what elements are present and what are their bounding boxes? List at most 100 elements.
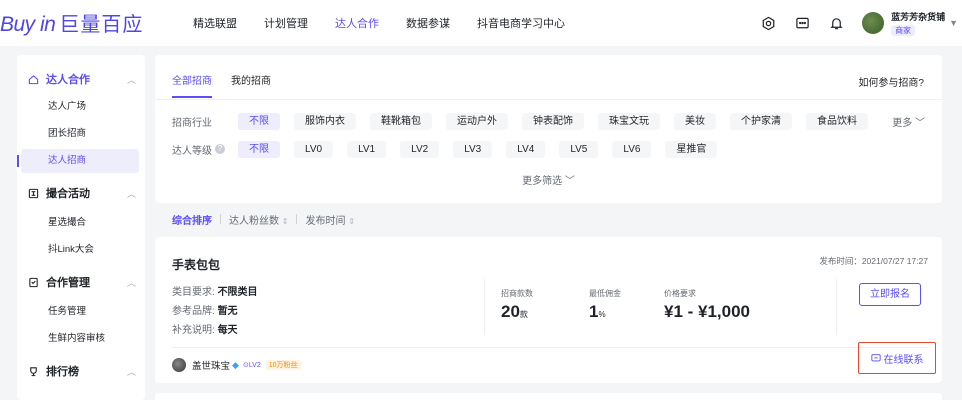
industry-chip[interactable]: 鞋靴箱包 bbox=[370, 112, 432, 130]
help-icon[interactable]: ? bbox=[215, 144, 225, 154]
tab-my-recruitment[interactable]: 我的招商 bbox=[231, 72, 271, 98]
chevron-down-icon: ﹀ bbox=[564, 176, 575, 187]
nav-item-influencer-cooperation[interactable]: 达人合作 bbox=[335, 15, 379, 31]
industry-chip[interactable]: 钟表配饰 bbox=[522, 112, 584, 130]
sidebar-item-influencer-recruitment[interactable]: 达人招商 bbox=[17, 149, 139, 173]
industry-chip[interactable]: 个护家清 bbox=[730, 112, 792, 130]
category-value: 不限类目 bbox=[217, 287, 258, 298]
divider bbox=[220, 214, 221, 224]
sort-arrows-icon: ⇕ bbox=[281, 216, 289, 226]
user-info[interactable]: 蓝芳芳杂货铺 商家 bbox=[891, 10, 945, 36]
recruitment-title: 手表包包 bbox=[172, 258, 221, 272]
commission-unit: % bbox=[598, 310, 606, 319]
industry-chip[interactable]: 服饰内衣 bbox=[294, 112, 356, 130]
more-filters-button[interactable]: 更多筛选 ﹀ bbox=[155, 172, 942, 187]
chevron-down-icon[interactable]: ▼ bbox=[949, 18, 958, 28]
sidebar-item-douyin-link[interactable]: 抖Link大会 bbox=[21, 238, 139, 262]
logo[interactable]: Buy in 巨量百应 bbox=[0, 8, 143, 37]
how-to-participate-link[interactable]: 如何参与招商? bbox=[858, 74, 924, 89]
logo-text: Buy in bbox=[0, 13, 56, 36]
logo-cn: 巨量百应 bbox=[59, 14, 144, 36]
more-industries-button[interactable]: 更多 ﹀ bbox=[892, 114, 925, 129]
apply-now-button[interactable]: 立即报名 bbox=[859, 283, 921, 306]
main-nav: 精选联盟 计划管理 达人合作 数据参谋 抖音电商学习中心 bbox=[193, 0, 592, 46]
industry-filter-row: 招商行业 不限 服饰内衣 鞋靴箱包 运动户外 钟表配饰 珠宝文玩 美妆 个护家清… bbox=[172, 112, 882, 130]
divider bbox=[172, 347, 928, 348]
nav-item-data-advisor[interactable]: 数据参谋 bbox=[406, 15, 450, 31]
sidebar-group-matchmaking[interactable]: 撮合活动 ︿ bbox=[17, 183, 145, 203]
sort-fans-label: 达人粉丝数 bbox=[229, 215, 279, 227]
nav-item-plan-management[interactable]: 计划管理 bbox=[264, 15, 308, 31]
level-filter-row: 达人等级 ? 不限 LV0 LV1 LV2 LV3 LV4 LV5 LV6 星推… bbox=[172, 140, 731, 158]
product-count-stat: 招商款数 20款 bbox=[501, 288, 533, 322]
tab-all-recruitment[interactable]: 全部招商 bbox=[172, 72, 212, 98]
level-chip[interactable]: LV1 bbox=[347, 140, 387, 158]
sidebar-group-label: 合作管理 bbox=[46, 277, 90, 289]
note-label: 补充说明: bbox=[172, 325, 215, 336]
chat-icon bbox=[870, 354, 881, 362]
sidebar-group-influencer-cooperation[interactable]: 达人合作 ︿ bbox=[17, 69, 145, 89]
sort-default[interactable]: 综合排序 bbox=[172, 212, 212, 227]
sidebar-group-cooperation-management[interactable]: 合作管理 ︿ bbox=[17, 272, 145, 292]
top-navbar: Buy in 巨量百应 精选联盟 计划管理 达人合作 数据参谋 抖音电商学习中心 … bbox=[0, 0, 962, 46]
commission-stat: 最低佣金 1% bbox=[589, 288, 621, 322]
bell-icon[interactable] bbox=[828, 15, 844, 31]
note-value: 每天 bbox=[217, 325, 238, 336]
nav-item-learning-center[interactable]: 抖音电商学习中心 bbox=[477, 15, 565, 31]
trophy-icon bbox=[28, 365, 40, 377]
sidebar-group-ranking[interactable]: 排行榜 ︿ bbox=[17, 361, 145, 381]
next-recruitment-card bbox=[155, 393, 942, 400]
sidebar-item-leader-recruitment[interactable]: 团长招商 bbox=[21, 122, 139, 146]
more-filters-label: 更多筛选 bbox=[522, 176, 563, 187]
chevron-up-icon: ︿ bbox=[126, 277, 136, 288]
sidebar-item-task-management[interactable]: 任务管理 bbox=[21, 300, 139, 324]
more-label: 更多 bbox=[892, 118, 913, 129]
level-chip[interactable]: LV5 bbox=[559, 140, 599, 158]
level-chip[interactable]: LV2 bbox=[400, 140, 440, 158]
divider bbox=[836, 279, 837, 335]
level-label-text: 达人等级 bbox=[172, 145, 212, 157]
sidebar-item-fresh-content-review[interactable]: 生鲜内容审核 bbox=[21, 327, 139, 351]
sort-by-fans[interactable]: 达人粉丝数 ⇕ bbox=[229, 212, 288, 227]
level-chip[interactable]: 星推官 bbox=[665, 140, 718, 158]
sort-time-label: 发布时间 bbox=[305, 215, 346, 227]
industry-chip[interactable]: 珠宝文玩 bbox=[598, 112, 660, 130]
user-name: 蓝芳芳杂货铺 bbox=[891, 12, 946, 22]
level-filter-label: 达人等级 ? bbox=[172, 142, 238, 157]
industry-chip[interactable]: 运动户外 bbox=[446, 112, 508, 130]
chevron-down-icon: ﹀ bbox=[915, 118, 925, 129]
home-icon bbox=[28, 73, 40, 85]
level-chip[interactable]: LV4 bbox=[506, 140, 546, 158]
industry-chip[interactable]: 食品饮料 bbox=[806, 112, 868, 130]
sidebar-item-influencer-square[interactable]: 达人广场 bbox=[21, 95, 139, 119]
level-chip[interactable]: LV6 bbox=[612, 140, 652, 158]
level-chip[interactable]: LV3 bbox=[453, 140, 493, 158]
level-chip[interactable]: 不限 bbox=[238, 140, 280, 158]
online-contact-label: 在线联系 bbox=[883, 354, 924, 366]
product-count-value: 20 bbox=[501, 302, 520, 321]
seller-level-badge: ⊙LV2 bbox=[242, 362, 261, 369]
sidebar-group-label: 达人合作 bbox=[46, 74, 90, 86]
industry-chip[interactable]: 不限 bbox=[238, 112, 280, 130]
recruitment-card: 手表包包 发布时间：2021/07/27 17:27 类目要求: 不限类目 参考… bbox=[155, 237, 942, 383]
divider bbox=[155, 99, 942, 100]
product-count-unit: 款 bbox=[519, 310, 528, 319]
seller-info[interactable]: 盖世珠宝 ◆ ⊙LV2 10万粉丝 bbox=[172, 358, 301, 372]
price-label: 价格要求 bbox=[664, 289, 696, 298]
online-contact-button[interactable]: 在线联系 bbox=[858, 342, 936, 374]
sidebar-item-star-match[interactable]: 星选撮合 bbox=[21, 211, 139, 235]
divider bbox=[296, 214, 298, 224]
nav-item-selected-alliance[interactable]: 精选联盟 bbox=[193, 15, 237, 31]
settings-icon[interactable] bbox=[760, 15, 776, 31]
chevron-up-icon: ︿ bbox=[126, 188, 136, 199]
user-role-badge: 商家 bbox=[891, 25, 916, 36]
brand-label: 参考品牌: bbox=[172, 306, 215, 317]
publish-time: 发布时间：2021/07/27 17:27 bbox=[819, 256, 928, 266]
industry-chip[interactable]: 美妆 bbox=[674, 112, 716, 130]
diamond-icon: ◆ bbox=[232, 359, 239, 370]
message-icon[interactable] bbox=[794, 15, 810, 31]
level-chip[interactable]: LV0 bbox=[294, 140, 334, 158]
category-requirement: 类目要求: 不限类目 bbox=[172, 283, 258, 298]
avatar[interactable] bbox=[862, 12, 885, 34]
sort-by-time[interactable]: 发布时间 ⇕ bbox=[305, 212, 354, 227]
